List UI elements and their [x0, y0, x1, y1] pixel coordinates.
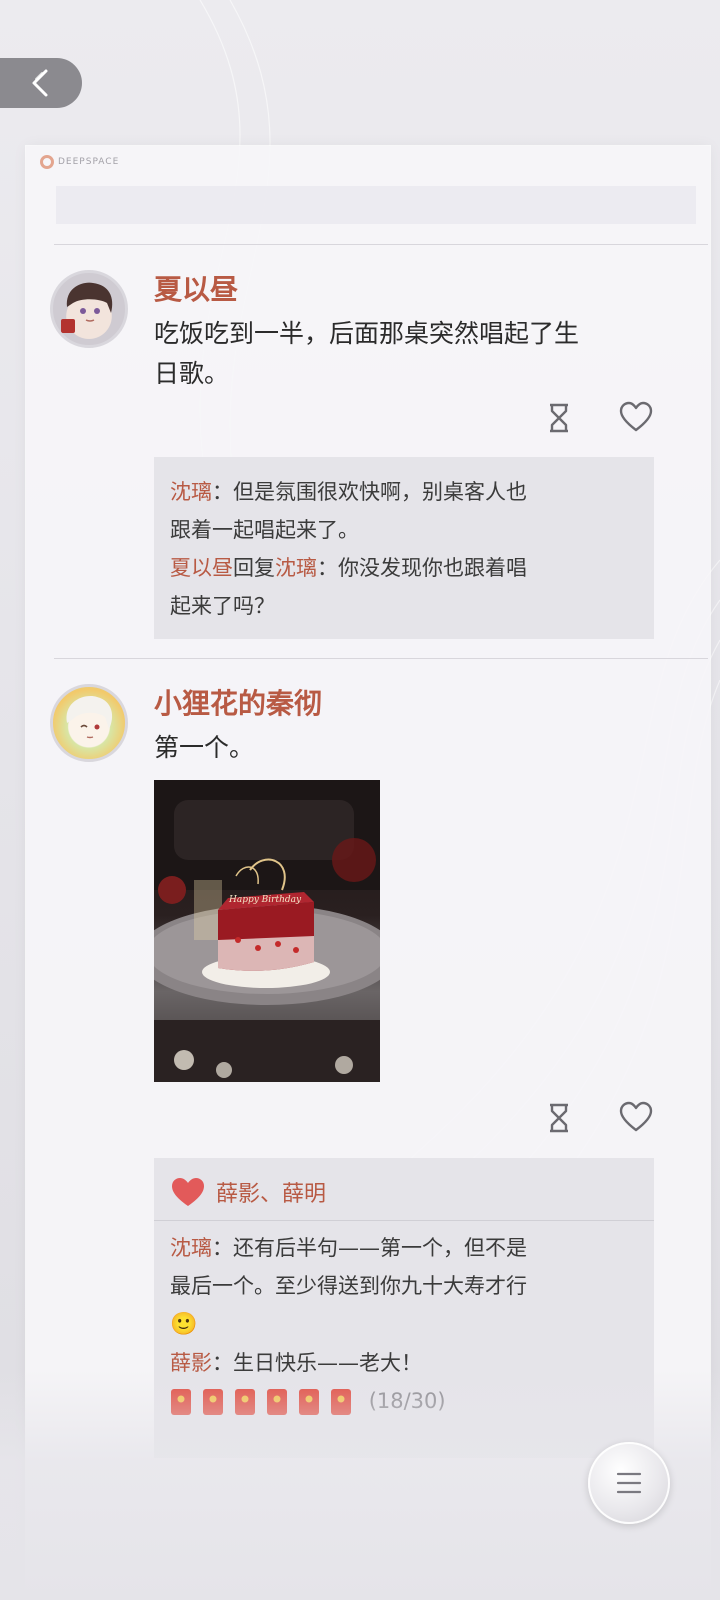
comment-text: 跟着一起唱起来了。	[170, 518, 359, 542]
likes-names[interactable]: 薛影、薛明	[216, 1176, 326, 1208]
avatar-character-art	[66, 696, 113, 739]
post-divider	[54, 244, 708, 245]
likes-row: 薛影、薛明	[154, 1158, 654, 1221]
avatar-character-art	[61, 282, 113, 333]
heart-filled-icon	[172, 1178, 204, 1206]
comment-author[interactable]: 沈璃	[170, 1236, 212, 1260]
post-text: 吃饭吃到一半，后面那桌突然唱起了生 日歌。	[154, 314, 579, 394]
post-author-name[interactable]: 小狸花的秦彻	[154, 682, 322, 722]
comment-text: 还有后半句——第一个，但不是	[233, 1236, 527, 1260]
comment-author[interactable]: 沈璃	[170, 480, 212, 504]
red-envelope-icon	[331, 1389, 351, 1415]
comment-separator: ：	[212, 480, 233, 504]
post-divider	[54, 658, 708, 659]
post-author-name[interactable]: 夏以昼	[154, 268, 238, 308]
post-text: 第一个。	[154, 733, 255, 762]
avatar-xia-yizhou[interactable]	[50, 270, 128, 348]
red-envelope-icon	[235, 1389, 255, 1415]
comment-separator: ：	[212, 1351, 233, 1375]
comment-item[interactable]: 薛影：生日快乐——老大！ (18/30)	[154, 1344, 654, 1420]
post-image-birthday-cake[interactable]: Happy Birthday	[154, 780, 380, 1082]
cake-illustration: Happy Birthday	[154, 780, 380, 1082]
menu-icon	[616, 1472, 642, 1494]
red-envelope-icon	[299, 1389, 319, 1415]
red-envelope-icon	[171, 1389, 191, 1415]
comment-item[interactable]: 沈璃：还有后半句——第一个，但不是 最后一个。至少得送到你九十大寿才行 🙂	[154, 1221, 654, 1344]
comment-author[interactable]: 薛影	[170, 1351, 212, 1375]
comment-text: 你没发现你也跟着唱	[338, 556, 527, 580]
red-envelope-row	[170, 1388, 352, 1416]
comment-text: 起来了吗？	[170, 594, 275, 618]
comment-item[interactable]: 夏以昼回复沈璃：你没发现你也跟着唱 起来了吗？	[154, 549, 654, 625]
red-envelope-icon	[203, 1389, 223, 1415]
reply-target[interactable]: 沈璃	[275, 556, 317, 580]
comment-text: 生日快乐——老大！	[233, 1351, 422, 1375]
comment-separator: ：	[317, 556, 338, 580]
red-envelope-icon	[267, 1389, 287, 1415]
hourglass-icon[interactable]	[541, 400, 577, 436]
back-arrow-icon	[32, 69, 48, 97]
comment-author[interactable]: 夏以昼	[170, 556, 233, 580]
heart-outline-icon[interactable]	[618, 400, 654, 436]
cake-topper-text: Happy Birthday	[228, 895, 302, 905]
hourglass-icon[interactable]	[541, 1100, 577, 1136]
comment-text: 但是氛围很欢快啊，别桌客人也	[233, 480, 527, 504]
comment-separator: ：	[212, 1236, 233, 1260]
heart-outline-icon[interactable]	[618, 1100, 654, 1136]
comment-box: 薛影、薛明 沈璃：还有后半句——第一个，但不是 最后一个。至少得送到你九十大寿才…	[154, 1158, 654, 1458]
avatar-qin-che[interactable]	[50, 684, 128, 762]
comment-item[interactable]: 沈璃：但是氛围很欢快啊，别桌客人也 跟着一起唱起来了。	[154, 473, 654, 549]
back-button[interactable]	[0, 58, 82, 108]
brand-text: DEEPSPACE	[58, 157, 120, 167]
smiley-emoji-icon: 🙂	[170, 1312, 198, 1337]
brand-mark-icon	[40, 155, 54, 169]
menu-button[interactable]	[588, 1442, 670, 1524]
comment-text: 最后一个。至少得送到你九十大寿才行	[170, 1274, 527, 1298]
post-text-line: 吃饭吃到一半，后面那桌突然唱起了生	[154, 319, 580, 348]
comment-box: 沈璃：但是氛围很欢快啊，别桌客人也 跟着一起唱起来了。 夏以昼回复沈璃：你没发现…	[154, 457, 654, 639]
reply-label: 回复	[233, 556, 275, 580]
comment-count: (18/30)	[368, 1389, 446, 1413]
brand-logo: DEEPSPACE	[40, 155, 119, 169]
post-text-line: 日歌。	[154, 359, 230, 388]
previous-post-remnant	[56, 186, 696, 224]
moments-feed-card: DEEPSPACE 夏以昼 吃饭吃到一半，后面那桌突然唱起了生 日歌。 沈璃：但…	[26, 146, 710, 1600]
